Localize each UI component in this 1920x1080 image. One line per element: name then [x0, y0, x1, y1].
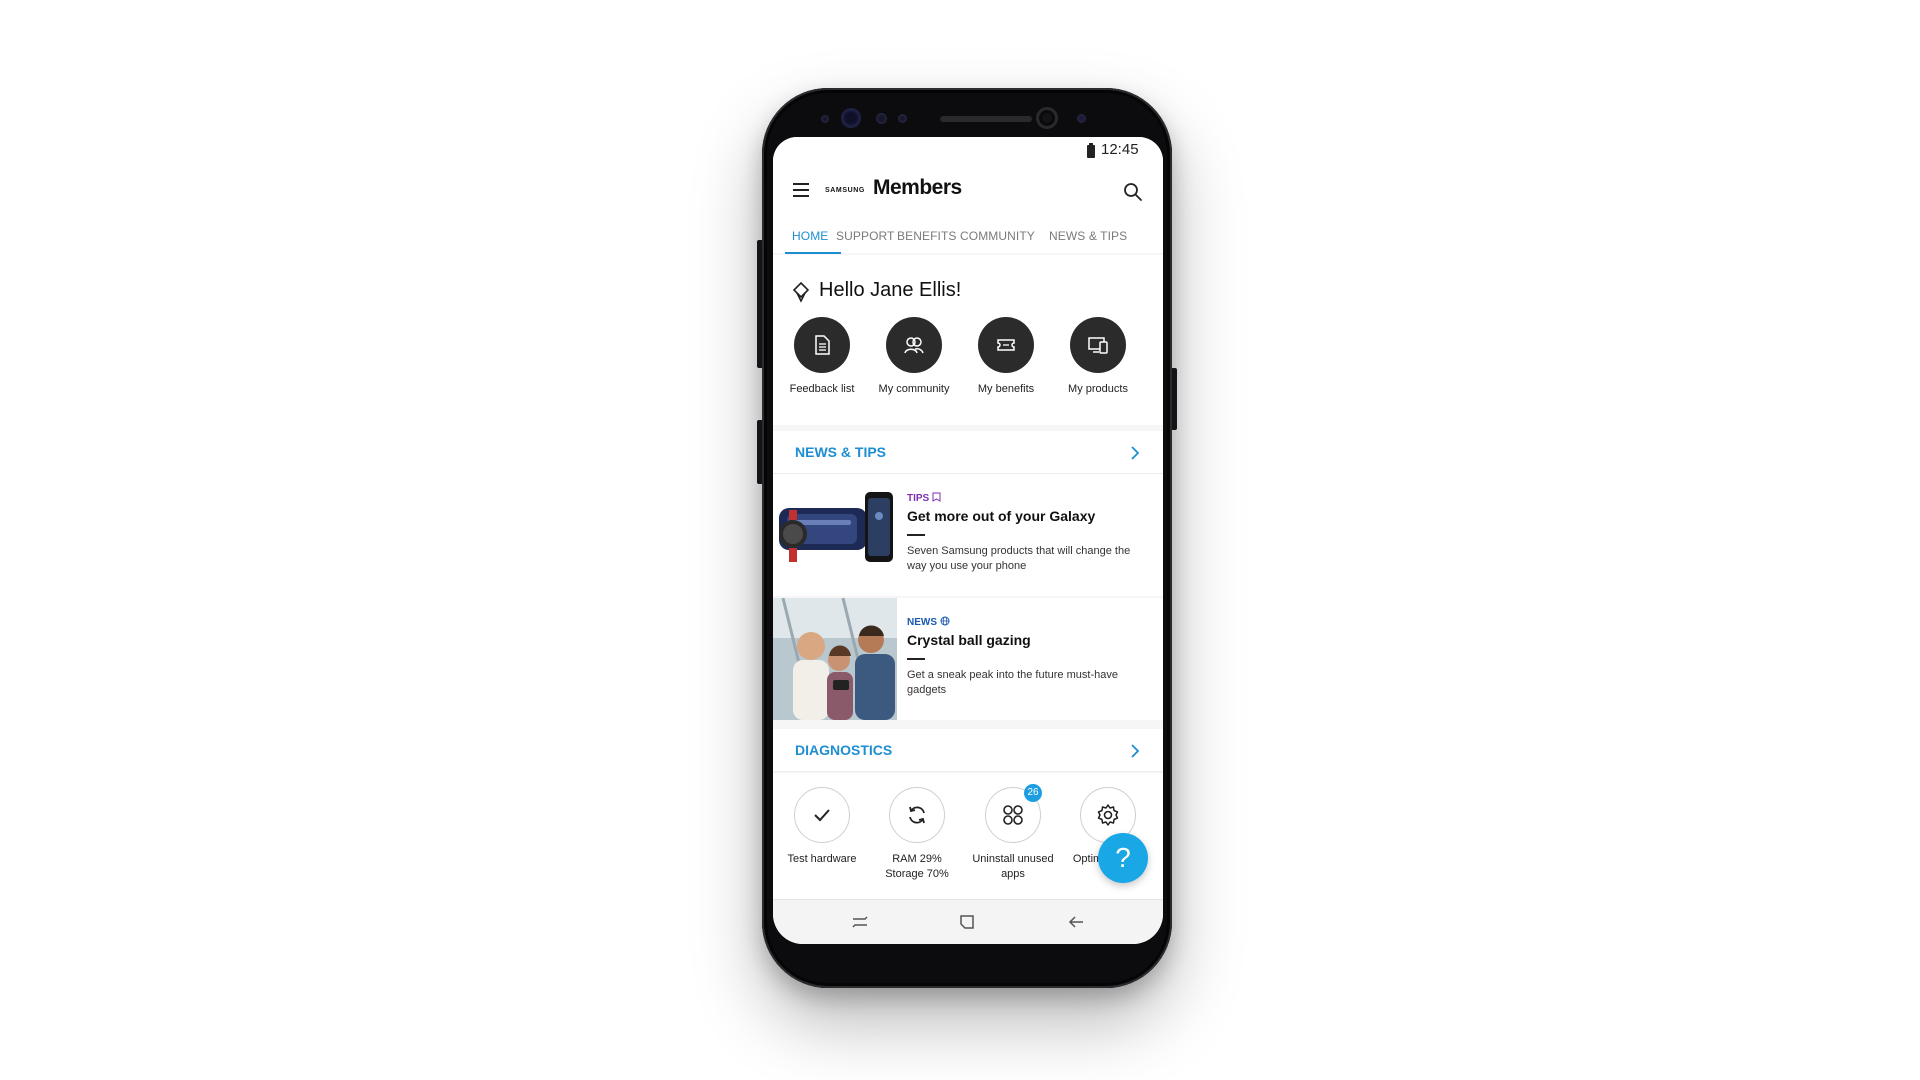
quick-action-my-products[interactable]: My products [1054, 317, 1142, 395]
article-title: Crystal ball gazing [907, 632, 1031, 648]
front-camera [1036, 107, 1058, 129]
app-header: SAMSUNG Members HOME SUPPORT BENEFITS CO… [773, 163, 1163, 254]
quick-action-label: My benefits [977, 383, 1035, 395]
diag-ring: 26 [985, 784, 1042, 843]
tab-benefits[interactable]: BENEFITS [897, 229, 956, 243]
article-title: Get more out of your Galaxy [907, 508, 1096, 524]
sensor-dot [898, 114, 907, 123]
devices-icon [1088, 337, 1108, 354]
quick-action-circle [886, 317, 942, 373]
unused-apps-badge: 26 [1024, 784, 1042, 802]
tab-support[interactable]: SUPPORT [836, 229, 895, 243]
battery-icon [1087, 143, 1095, 158]
recent-apps-icon[interactable] [851, 914, 869, 930]
earpiece-speaker [940, 116, 1032, 122]
quick-action-my-community[interactable]: My community [870, 317, 958, 395]
quick-action-my-benefits[interactable]: My benefits [962, 317, 1050, 395]
diag-label: Test hardware [787, 853, 857, 865]
tab-community[interactable]: COMMUNITY [960, 229, 1035, 243]
diag-test-hardware[interactable]: Test hardware [777, 787, 867, 867]
sensor-dot [821, 115, 829, 123]
article-description: Get a sneak peak into the future must-ha… [907, 669, 1118, 696]
quick-action-circle [794, 317, 850, 373]
iris-scanner [841, 108, 861, 128]
article-divider [907, 658, 925, 660]
quick-action-circle [978, 317, 1034, 373]
article-description: Seven Samsung products that will change … [907, 545, 1131, 572]
diag-memory-storage[interactable]: RAM 29% Storage 70% [872, 787, 962, 882]
chevron-right-icon [1131, 744, 1140, 758]
quick-action-label: My products [1068, 383, 1128, 395]
quick-action-label: My community [878, 383, 950, 395]
quick-action-circle [1070, 317, 1126, 373]
section-title: NEWS & TIPS [795, 444, 887, 460]
refresh-icon [909, 806, 925, 824]
active-tab-indicator [785, 252, 841, 254]
diag-ring [794, 787, 850, 843]
people-icon [904, 337, 924, 354]
home-icon[interactable] [959, 914, 975, 930]
news-tips-header[interactable]: NEWS & TIPS [773, 431, 1163, 474]
greeting-text: Hello Jane Ellis! [819, 279, 962, 301]
search-icon[interactable] [1123, 182, 1143, 202]
gear-icon [1097, 804, 1119, 826]
menu-icon[interactable] [793, 183, 809, 197]
ticket-icon [997, 339, 1015, 351]
navigation-bar [773, 899, 1163, 944]
tab-bar: HOME SUPPORT BENEFITS COMMUNITY NEWS & T… [773, 223, 1163, 254]
diag-label: RAM 29% Storage 70% [885, 853, 949, 880]
article-category: TIPS [907, 492, 941, 504]
diagnostics-panel: Test hardware RAM 29% Storage 70% 26 Unin… [773, 773, 1163, 899]
article-thumbnail-gear [773, 474, 897, 596]
diag-uninstall-apps[interactable]: 26 Uninstall unused apps [968, 784, 1058, 882]
diag-ring [889, 787, 945, 843]
quick-action-label: Feedback list [789, 383, 855, 395]
sensor-dot [876, 113, 887, 124]
quick-action-feedback-list[interactable]: Feedback list [778, 317, 866, 395]
chevron-right-icon [1131, 446, 1140, 460]
diagnostics-header[interactable]: DIAGNOSTICS [773, 729, 1163, 772]
status-bar: 12:45 [773, 137, 1163, 163]
check-icon [814, 809, 830, 822]
sensor-dot [1077, 114, 1086, 123]
article-divider [907, 534, 925, 536]
member-badge-icon [791, 281, 811, 303]
status-time: 12:45 [1101, 141, 1139, 158]
brand-samsung: SAMSUNG [825, 187, 865, 194]
diag-label: Uninstall unused apps [972, 853, 1054, 880]
article-category: NEWS [907, 616, 950, 628]
bookmark-icon [932, 492, 941, 502]
tab-news-tips[interactable]: NEWS & TIPS [1049, 229, 1127, 243]
phone-screen: 12:45 SAMSUNG Members HOME SUPPORT BENEF… [773, 137, 1163, 944]
brand-members: Members [873, 176, 962, 199]
globe-icon [940, 616, 950, 626]
section-title: DIAGNOSTICS [795, 742, 893, 758]
article-thumbnail-people [773, 598, 897, 720]
document-icon [815, 335, 830, 355]
back-icon[interactable] [1067, 914, 1085, 930]
greeting-card: Hello Jane Ellis! Feedback list My commu… [773, 255, 1163, 425]
article-card[interactable]: NEWS Crystal ball gazing Get a sneak pea… [773, 598, 1163, 720]
tab-home[interactable]: HOME [792, 229, 828, 243]
help-fab-button[interactable]: ? [1098, 833, 1148, 883]
apps-grid-icon [1003, 805, 1023, 825]
article-card[interactable]: TIPS Get more out of your Galaxy Seven S… [773, 474, 1163, 596]
